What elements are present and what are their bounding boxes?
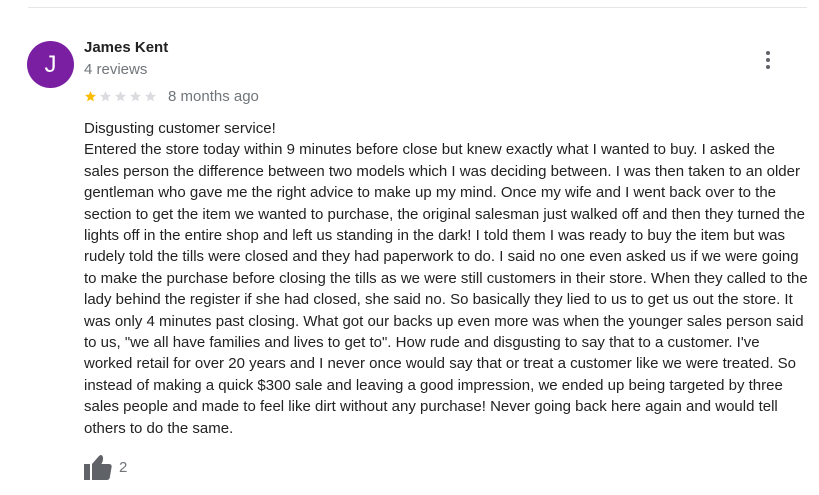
star-filled-icon — [85, 90, 96, 101]
star-empty-icon — [100, 90, 111, 101]
helpful-row: 2 — [84, 454, 127, 480]
review-text: Disgusting customer service! Entered the… — [84, 118, 809, 439]
avatar[interactable]: J — [27, 41, 74, 88]
more-vert-icon-dot — [766, 65, 770, 69]
more-vert-icon-dot — [766, 58, 770, 62]
thumbs-up-icon[interactable] — [84, 454, 112, 480]
reviewer-name[interactable]: James Kent — [84, 39, 168, 56]
star-empty-icon — [145, 90, 156, 101]
star-empty-icon — [130, 90, 141, 101]
star-empty-icon — [115, 90, 126, 101]
more-options-button[interactable] — [756, 48, 780, 72]
more-vert-icon — [766, 51, 770, 55]
rating-row: 8 months ago — [84, 87, 259, 105]
star-rating — [84, 90, 157, 103]
review-card: J James Kent 4 reviews 8 months ago Disg… — [0, 0, 819, 495]
review-date: 8 months ago — [168, 87, 259, 105]
divider — [28, 7, 807, 8]
like-count: 2 — [119, 458, 128, 476]
review-title: Disgusting customer service! — [84, 120, 276, 137]
reviewer-review-count[interactable]: 4 reviews — [84, 61, 147, 78]
review-body: Entered the store today within 9 minutes… — [84, 141, 812, 437]
